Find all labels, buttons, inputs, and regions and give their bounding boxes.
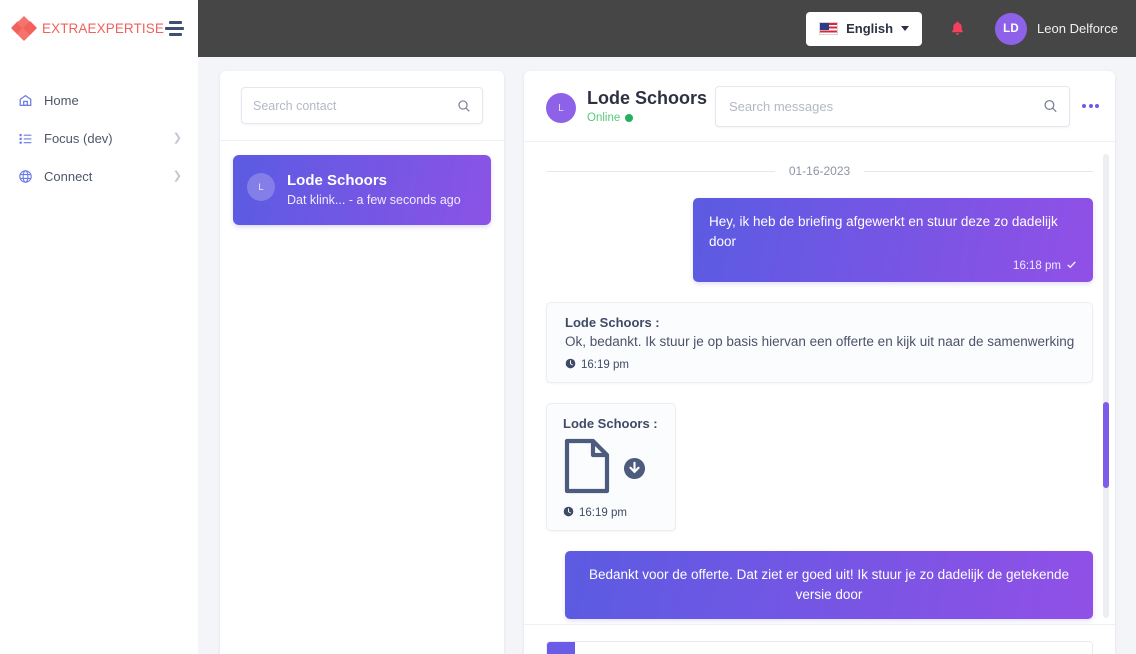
- message-bubble-attachment: Lode Schoors : 16:19 pm: [546, 403, 676, 532]
- status-badge: Online: [587, 112, 707, 124]
- message-time: 16:19 pm: [579, 507, 627, 520]
- message-search-box[interactable]: [715, 85, 1070, 127]
- search-icon[interactable]: [457, 99, 471, 113]
- home-icon: [14, 93, 36, 108]
- message-row: Bedankt voor de offerte. Dat ziet er goe…: [546, 551, 1093, 619]
- message-text: Bedankt voor de offerte. Dat ziet er goe…: [588, 567, 1070, 602]
- app-root: EXTRAEXPERTISE Home Focus (dev) ❯ Connec…: [0, 0, 1136, 654]
- message-meta: 16:19 pm: [565, 358, 1076, 372]
- sidebar-item-label: Home: [44, 92, 79, 108]
- content-area: L Lode Schoors Dat klink... - a few seco…: [198, 57, 1136, 654]
- list-item[interactable]: L Lode Schoors Dat klink... - a few seco…: [233, 155, 491, 226]
- file-attach-icon[interactable]: [547, 641, 575, 654]
- message-row: Lode Schoors : Ok, bedankt. Ik stuur je …: [546, 302, 1093, 384]
- message-row: Hey, ik heb de briefing afgewerkt en stu…: [546, 198, 1093, 283]
- message-composer: [524, 624, 1115, 654]
- kebab-menu-icon[interactable]: [1080, 98, 1101, 114]
- contact-text-group: Lode Schoors Dat klink... - a few second…: [287, 171, 477, 207]
- sidebar-item-label: Focus (dev): [44, 130, 113, 146]
- message-input[interactable]: [575, 641, 1043, 654]
- avatar: LD: [995, 12, 1028, 45]
- message-time: 16:18 pm: [1013, 260, 1061, 273]
- composer-input-group: [546, 640, 1093, 654]
- hamburger-menu-icon[interactable]: [165, 21, 184, 36]
- search-icon[interactable]: [1043, 99, 1058, 114]
- contact-search-container: [220, 71, 504, 141]
- contacts-panel: L Lode Schoors Dat klink... - a few seco…: [220, 71, 504, 654]
- online-dot-icon: [625, 113, 634, 122]
- clock-icon: [565, 358, 576, 372]
- message-meta: 16:18 pm: [709, 259, 1077, 273]
- user-menu[interactable]: LD Leon Delforce: [995, 12, 1118, 45]
- sidebar-nav: Home Focus (dev) ❯ Connect ❯: [0, 57, 198, 195]
- message-time: 16:19 pm: [581, 359, 629, 372]
- chat-header: L Lode Schoors Online: [524, 71, 1115, 142]
- bell-icon[interactable]: [950, 20, 965, 37]
- language-selector[interactable]: English: [806, 11, 923, 46]
- scrollbar-track[interactable]: [1103, 154, 1109, 618]
- sidebar-item-focus[interactable]: Focus (dev) ❯: [0, 119, 198, 157]
- date-label: 01-16-2023: [788, 164, 851, 178]
- contact-name: Lode Schoors: [287, 172, 388, 189]
- message-text: Hey, ik heb de briefing afgewerkt en stu…: [709, 214, 1058, 249]
- brand-name: EXTRAEXPERTISE: [42, 21, 164, 36]
- chevron-down-icon: [901, 26, 910, 31]
- contact-list: L Lode Schoors Dat klink... - a few seco…: [220, 141, 504, 646]
- sidebar-item-home[interactable]: Home: [0, 81, 198, 119]
- message-bubble-incoming: Lode Schoors : Ok, bedankt. Ik stuur je …: [546, 302, 1093, 384]
- search-messages-input[interactable]: [729, 98, 1033, 114]
- avatar: L: [546, 93, 576, 124]
- top-bar: English LD Leon Delforce: [198, 0, 1136, 57]
- sidebar: EXTRAEXPERTISE Home Focus (dev) ❯ Connec…: [0, 0, 198, 654]
- search-contact-input[interactable]: [253, 98, 450, 113]
- page-area: English LD Leon Delforce Search contact …: [198, 0, 1136, 654]
- document-icon: [563, 437, 611, 500]
- diamond-logo-icon: [10, 15, 38, 41]
- divider: [864, 170, 1094, 172]
- date-separator: 01-16-2023: [546, 164, 1094, 178]
- list-icon: [14, 131, 36, 146]
- sidebar-item-connect[interactable]: Connect ❯: [0, 157, 198, 195]
- message-bubble-outgoing: Hey, ik heb de briefing afgewerkt en stu…: [693, 198, 1093, 283]
- message-sender: Lode Schoors :: [563, 416, 658, 432]
- status-label: Online: [587, 111, 621, 124]
- chat-peer-name: Lode Schoors: [587, 88, 708, 109]
- avatar: L: [247, 173, 275, 201]
- globe-icon: [14, 169, 36, 184]
- scrollbar-thumb[interactable]: [1103, 402, 1109, 488]
- check-icon: [1066, 259, 1077, 273]
- message-sender: Lode Schoors :: [565, 315, 660, 331]
- attachment-row: [563, 437, 661, 500]
- chat-peer-info: L Lode Schoors Online: [546, 88, 707, 124]
- contact-preview: Dat klink... - a few seconds ago: [287, 193, 461, 208]
- message-meta: 16:19 pm: [563, 506, 661, 520]
- brand-logo[interactable]: EXTRAEXPERTISE: [10, 15, 164, 41]
- message-text: Ok, bedankt. Ik stuur je op basis hierva…: [565, 334, 1075, 350]
- us-flag-icon: [819, 22, 839, 35]
- message-row: Lode Schoors : 16:19 pm: [546, 403, 1093, 532]
- sidebar-item-label: Connect: [44, 168, 93, 184]
- chat-panel: L Lode Schoors Online Search messages 01…: [524, 71, 1115, 654]
- clock-icon: [563, 506, 574, 520]
- divider: [546, 170, 775, 172]
- message-list: 01-16-2023 Hey, ik heb de briefing afgew…: [524, 142, 1115, 624]
- chevron-right-icon: ❯: [172, 131, 182, 144]
- download-icon[interactable]: [623, 457, 646, 480]
- sidebar-header: EXTRAEXPERTISE: [0, 0, 198, 57]
- user-name: Leon Delforce: [1037, 21, 1118, 36]
- chevron-right-icon: ❯: [172, 169, 182, 182]
- contact-search-box[interactable]: [241, 87, 483, 124]
- language-label: English: [846, 21, 894, 36]
- message-bubble-outgoing: Bedankt voor de offerte. Dat ziet er goe…: [565, 551, 1093, 619]
